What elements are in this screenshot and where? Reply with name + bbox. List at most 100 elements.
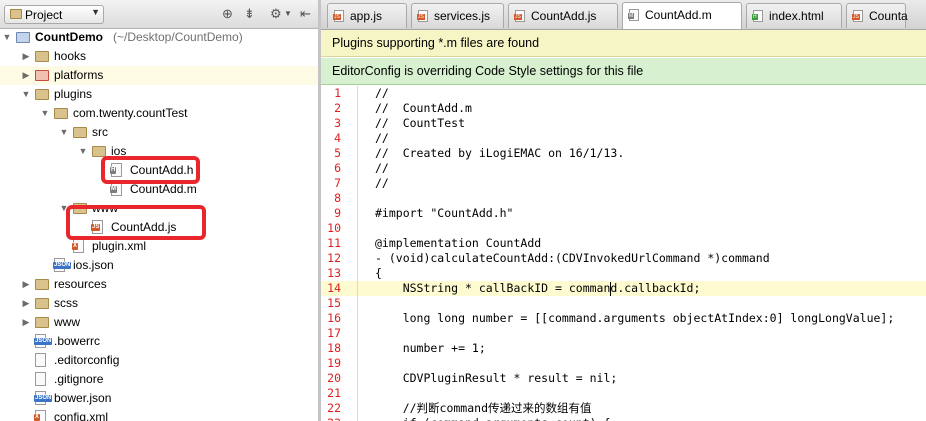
line-number: 14 [327,281,341,295]
code-line[interactable]: 13 { [321,266,926,281]
code-line[interactable]: 5 // Created by iLogiEMAC on 16/1/13. [321,146,926,161]
file-icon: JSON [34,391,53,405]
tree-item-label: .bowerrc [54,334,101,348]
editor-tab[interactable]: JS Counta [846,3,908,28]
code-text: #import "CountAdd.h" [375,206,514,220]
collapsed-arrow-icon[interactable]: ▶ [21,294,31,313]
line-number: 13 [327,266,341,280]
code-line[interactable]: 16 long long number = [[command.argument… [321,311,926,326]
tree-item[interactable]: .gitignore [0,370,318,389]
line-number: 7 [334,176,341,190]
file-icon: H [752,10,763,22]
project-view-selector[interactable]: Project ▼ [4,5,104,24]
collapsed-arrow-icon[interactable]: ▶ [21,275,31,294]
code-line[interactable]: 22 //判断command传递过来的数组有值 [321,401,926,416]
line-number: 22 [327,401,341,415]
tree-item[interactable]: ▶ scss [0,294,318,313]
line-number: 6 [334,161,341,175]
tree-item-label: bower.json [54,391,112,405]
code-line[interactable]: 18 number += 1; [321,341,926,356]
file-icon: JSON [53,258,72,272]
code-line[interactable]: 15 [321,296,926,311]
expanded-arrow-icon[interactable]: ▼ [2,28,12,47]
expanded-arrow-icon[interactable]: ▼ [40,104,50,123]
tree-item[interactable]: JSON bower.json [0,389,318,408]
code-line[interactable]: 21 [321,386,926,401]
text-caret [610,282,611,296]
folder-icon [35,298,49,309]
expanded-arrow-icon[interactable]: ▼ [78,142,88,161]
tree-item[interactable]: JSON .bowerrc [0,332,318,351]
code-line[interactable]: 1 // [321,86,926,101]
hide-panel-icon[interactable]: ⇤ [300,6,311,22]
editor-tab[interactable]: JS services.js [411,3,504,28]
editorconfig-notification-banner[interactable]: EditorConfig is overriding Code Style se… [321,58,926,85]
chevron-down-icon[interactable]: ▼ [284,9,292,18]
folder-icon [92,146,106,157]
collapsed-arrow-icon[interactable]: ▶ [21,66,31,85]
line-number: 1 [334,86,341,100]
tree-item[interactable]: ▼ plugins [0,85,318,104]
project-view-selector-label: Project [25,8,63,22]
tree-item-label: .editorconfig [54,353,120,367]
expanded-arrow-icon[interactable]: ▼ [59,123,69,142]
code-line[interactable]: 19 [321,356,926,371]
tree-item[interactable]: ▼ src [0,123,318,142]
expanded-arrow-icon[interactable]: ▼ [21,85,31,104]
file-icon: X [72,239,84,253]
editor-tab[interactable]: JS app.js [327,3,407,28]
code-line[interactable]: 3 // CountTest [321,116,926,131]
tree-item-label: platforms [54,68,104,82]
code-line[interactable]: 2 // CountAdd.m [321,101,926,116]
tree-item[interactable]: ▶ hooks [0,47,318,66]
folder-icon [35,317,49,328]
code-text: NSString * callBackID = command.callback… [375,281,701,295]
code-line[interactable]: 17 [321,326,926,341]
tree-item-label: hooks [54,49,87,63]
collapsed-arrow-icon[interactable]: ▶ [21,313,31,332]
code-line[interactable]: 20 CDVPluginResult * result = nil; [321,371,926,386]
code-text: CDVPluginResult * result = nil; [375,371,618,385]
code-text: // CountTest [375,116,466,130]
file-icon: X [34,410,46,421]
highlight-callout-countadd-h [101,156,200,184]
code-line[interactable]: 23 if (command.arguments.count) { [321,416,926,421]
line-number: 16 [327,311,341,325]
tree-item[interactable]: ▼ com.twenty.countTest [0,104,318,123]
code-text: if (command.arguments.count) { [375,416,611,421]
code-line[interactable]: 10 [321,221,926,236]
editor-tab[interactable]: JS CountAdd.js [508,3,618,28]
file-icon: JS [333,10,344,22]
editor-tab[interactable]: M CountAdd.m [622,2,742,29]
gutter-divider [357,86,358,421]
code-line[interactable]: 12 - (void)calculateCountAdd:(CDVInvokedU… [321,251,926,266]
editor-tab[interactable]: Hindex.html [746,3,842,28]
plugins-notification-banner[interactable]: Plugins supporting *.m files are found [321,30,926,57]
tree-item-label: src [92,125,108,139]
code-line[interactable]: 14 NSString * callBackID = command.callb… [321,281,926,296]
tree-item[interactable]: ▶ resources [0,275,318,294]
code-line[interactable]: 4 // [321,131,926,146]
code-line[interactable]: 7 // [321,176,926,191]
line-number: 5 [334,146,341,160]
gear-icon[interactable]: ⚙ [270,6,282,22]
collapsed-arrow-icon[interactable]: ▶ [21,47,31,66]
folder-icon [54,108,68,119]
tree-item[interactable]: ▶ platforms [0,66,318,85]
code-line[interactable]: 8 [321,191,926,206]
tree-item[interactable]: ▶ www [0,313,318,332]
code-line[interactable]: 9 #import "CountAdd.h" [321,206,926,221]
scroll-from-source-icon[interactable]: ⊕ [222,6,233,22]
code-line[interactable]: 11 @implementation CountAdd [321,236,926,251]
tree-item[interactable]: JSON ios.json [0,256,318,275]
tree-item[interactable]: ▼ CountDemo (~/Desktop/CountDemo) [0,28,318,47]
folder-icon [35,51,49,62]
collapse-all-icon[interactable]: ⇟ [244,6,255,22]
code-line[interactable]: 6 // [321,161,926,176]
file-icon: M [110,182,122,196]
tree-item[interactable]: Xconfig.xml [0,408,318,421]
tree-item-label: resources [54,277,107,291]
tree-item[interactable]: .editorconfig [0,351,318,370]
editor-tab-label: app.js [350,9,383,23]
file-icon [35,353,46,367]
